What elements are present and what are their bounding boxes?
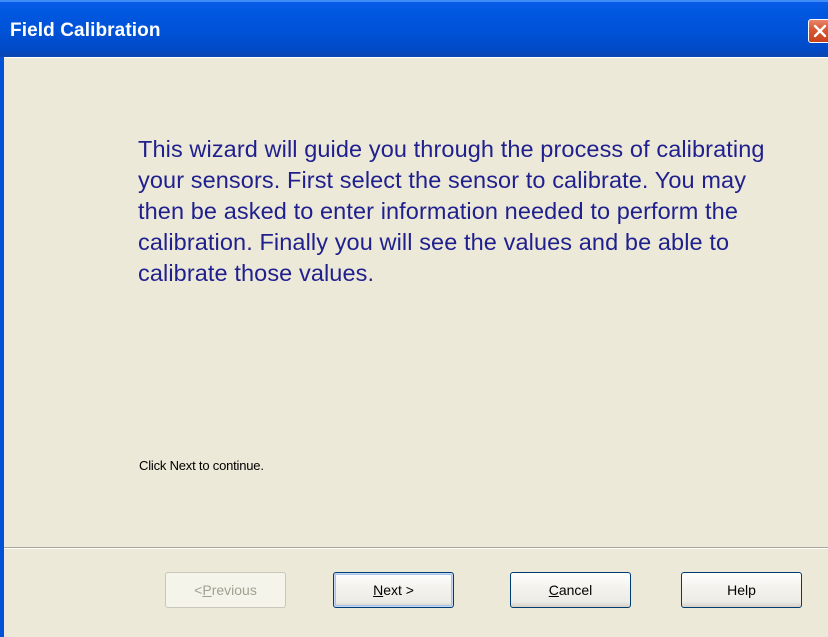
cancel-button-mnemonic: C — [548, 582, 559, 598]
cancel-button-label-rest: ancel — [558, 582, 593, 598]
next-button[interactable]: Next > — [333, 572, 454, 608]
cancel-button[interactable]: Cancel — [510, 572, 631, 608]
help-button-label: Help — [727, 582, 756, 598]
button-area-separator — [4, 547, 828, 549]
previous-button-prefix: < — [194, 582, 203, 598]
window-title: Field Calibration — [10, 20, 161, 41]
field-calibration-window: Field Calibration This wizard will guide… — [0, 0, 828, 637]
next-button-label-rest: ext > — [383, 582, 414, 598]
content-top-edge — [4, 57, 828, 58]
previous-button-label-rest: revious — [211, 582, 257, 598]
help-button[interactable]: Help — [681, 572, 802, 608]
previous-button-mnemonic: P — [202, 582, 212, 598]
continue-hint: Click Next to continue. — [139, 458, 264, 473]
next-button-mnemonic: N — [373, 582, 384, 598]
close-button[interactable] — [808, 19, 828, 43]
wizard-intro-text: This wizard will guide you through the p… — [138, 136, 765, 286]
title-bar[interactable]: Field Calibration — [0, 0, 828, 57]
close-icon — [813, 24, 827, 38]
previous-button[interactable]: < Previous — [165, 572, 286, 608]
